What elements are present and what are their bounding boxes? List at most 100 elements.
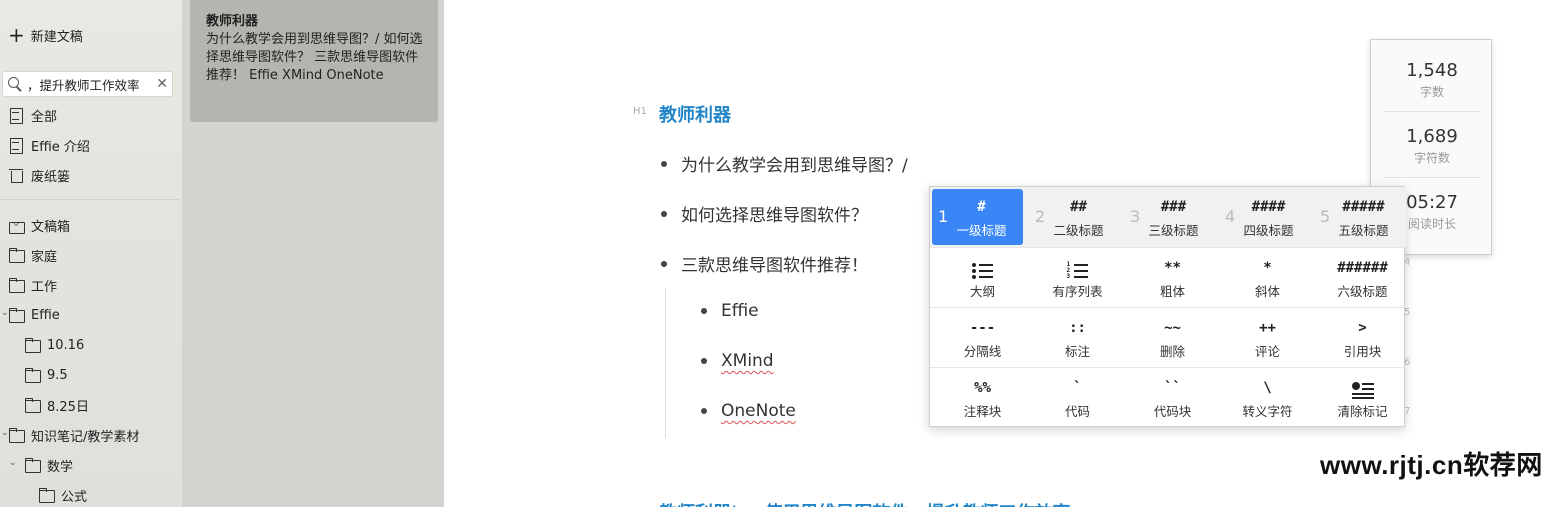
bullet-dot-icon[interactable] [661, 210, 667, 217]
palette-h4[interactable]: 4 #### 四级标题 [1215, 187, 1310, 247]
next-heading[interactable]: 教师利器|... 使用思维导图软件，提升教师工作效率 [659, 499, 1070, 507]
document-heading[interactable]: 教师利器 [659, 101, 731, 127]
list-item[interactable]: 为什么教学会用到思维导图？/ [661, 151, 908, 176]
new-document-button[interactable]: + 新建文稿 [8, 24, 83, 46]
palette-row-headings: 1 # 一级标题 2 ## 二级标题 3 ### 三级标题 4 #### 四级标… [930, 187, 1406, 247]
palette-bold[interactable]: ** 粗体 [1125, 248, 1220, 308]
command-label: 分隔线 [963, 344, 1002, 359]
markdown-symbol: --- [969, 320, 996, 336]
palette-h1[interactable]: 1 # 一级标题 [932, 189, 1023, 245]
document-card-title: 教师利器 [206, 14, 259, 29]
list-item[interactable]: 三款思维导图软件推荐！ [661, 251, 868, 276]
markdown-symbol: ** [1164, 260, 1181, 276]
palette-comment[interactable]: ++ 评论 [1220, 308, 1315, 368]
palette-quote[interactable]: > 引用块 [1315, 308, 1410, 368]
chevron-down-icon[interactable]: ⌄ [9, 458, 17, 468]
palette-h6[interactable]: ###### 六级标题 [1315, 248, 1410, 308]
sidebar-folder-family[interactable]: 家庭 [8, 244, 57, 266]
list-item[interactable]: 如何选择思维导图软件？ [661, 201, 868, 226]
clear-search-icon[interactable]: ✕ [156, 76, 168, 92]
sidebar-folder-8-25[interactable]: 8.25日 [24, 394, 89, 416]
command-label: 斜体 [1254, 284, 1280, 299]
folder-icon [24, 367, 41, 383]
command-label: 标注 [1064, 344, 1090, 359]
palette-h3[interactable]: 3 ### 三级标题 [1120, 187, 1215, 247]
palette-italic[interactable]: * 斜体 [1220, 248, 1315, 308]
command-label: 大纲 [969, 284, 995, 299]
list-item[interactable]: OneNote [701, 401, 796, 421]
palette-code-block[interactable]: `` 代码块 [1125, 368, 1220, 428]
ordered-list-icon: 123 [1030, 260, 1125, 280]
bullet-dot-icon[interactable] [701, 358, 707, 364]
sidebar-item-all[interactable]: 全部 [8, 104, 57, 126]
markdown-symbol: * [1263, 260, 1272, 276]
all-docs-icon [8, 107, 24, 124]
sidebar-item-label: 文稿箱 [31, 219, 71, 235]
command-label: 六级标题 [1337, 284, 1388, 299]
command-label: 五级标题 [1338, 223, 1389, 238]
palette-divider[interactable]: --- 分隔线 [935, 308, 1030, 368]
markdown-symbol: ## [1070, 199, 1087, 215]
bullet-dot-icon[interactable] [661, 260, 667, 267]
sidebar-folder-notes[interactable]: ⌄ 知识笔记/教学素材 [1, 424, 140, 446]
sidebar-item-effie-intro[interactable]: Effie 介绍 [8, 134, 90, 156]
stat-label: 字符数 [1413, 151, 1450, 165]
folder-icon [24, 397, 41, 413]
stat-word-count: 1,548 字数 [1383, 60, 1481, 100]
markdown-symbol: ` [1073, 380, 1082, 396]
sidebar-item-label: 9.5 [47, 367, 68, 383]
plus-icon: + [8, 23, 25, 47]
list-item-text: 为什么教学会用到思维导图？/ [681, 156, 908, 176]
sidebar-folder-effie[interactable]: ⌄ Effie [1, 304, 60, 326]
document-list: 教师利器 为什么教学会用到思维导图？/ 如何选择思维导图软件？ 三款思维导图软件… [182, 0, 444, 507]
markdown-symbol: > [1358, 320, 1367, 336]
palette-ordered-list[interactable]: 123 有序列表 [1030, 248, 1125, 308]
sidebar-folder-work[interactable]: 工作 [8, 274, 57, 296]
sidebar-item-label: 全部 [31, 109, 58, 125]
bullet-dot-icon[interactable] [701, 308, 707, 314]
palette-h2[interactable]: 2 ## 二级标题 [1025, 187, 1120, 247]
folder-icon [8, 307, 25, 323]
folder-icon [24, 337, 41, 353]
command-label: 粗体 [1159, 284, 1185, 299]
list-item[interactable]: Effie [701, 301, 759, 321]
new-document-label: 新建文稿 [30, 29, 83, 45]
sidebar-folder-9-5[interactable]: 9.5 [24, 364, 68, 386]
palette-outline[interactable]: 大纲 [935, 248, 1030, 308]
palette-escape[interactable]: \ 转义字符 [1220, 368, 1315, 428]
palette-clear-format[interactable]: 清除标记 [1315, 368, 1410, 428]
markdown-symbol: #### [1251, 199, 1286, 215]
inbox-icon [8, 217, 25, 234]
markdown-symbol: ++ [1259, 320, 1276, 336]
palette-annotation-block[interactable]: %% 注释块 [935, 368, 1030, 428]
palette-callout[interactable]: :: 标注 [1030, 308, 1125, 368]
sidebar-folder-math[interactable]: ⌄ 数学 [9, 454, 73, 476]
palette-row-code: %% 注释块 ` 代码 `` 代码块 \ 转义字符 清除标记 [930, 367, 1406, 427]
palette-strikethrough[interactable]: ~~ 删除 [1125, 308, 1220, 368]
sidebar-folder-10-16[interactable]: 10.16 [24, 334, 84, 356]
sidebar-item-label: 知识笔记/教学素材 [31, 429, 140, 445]
trash-icon [8, 167, 24, 183]
clear-format-icon [1315, 380, 1410, 400]
folder-icon [8, 427, 25, 443]
search-box: ✕ [2, 71, 173, 97]
bullet-dot-icon[interactable] [661, 160, 667, 167]
stat-divider [1383, 177, 1481, 178]
sidebar-folder-formula[interactable]: 公式 [38, 484, 87, 506]
sidebar-item-label: 工作 [31, 279, 58, 295]
document-card-selected[interactable]: 教师利器 为什么教学会用到思维导图？/ 如何选择思维导图软件？ 三款思维导图软件… [190, 0, 438, 122]
list-item[interactable]: XMind [701, 351, 774, 371]
sidebar: + 新建文稿 ✕ 全部 Effie 介绍 废纸篓 文稿箱 家庭 工作 ⌄ Eff… [0, 0, 182, 507]
command-label: 删除 [1159, 344, 1185, 359]
search-input[interactable] [23, 76, 155, 92]
list-item-text: Effie [721, 301, 759, 321]
list-item-text: XMind [721, 351, 774, 371]
sidebar-item-trash[interactable]: 废纸篓 [8, 164, 70, 186]
sidebar-item-inbox[interactable]: 文稿箱 [8, 214, 70, 236]
sidebar-divider [0, 199, 180, 200]
palette-row-blocks: --- 分隔线 :: 标注 ~~ 删除 ++ 评论 > 引用块 [930, 307, 1406, 367]
markdown-symbol: %% [974, 380, 991, 396]
palette-inline-code[interactable]: ` 代码 [1030, 368, 1125, 428]
bullet-dot-icon[interactable] [701, 408, 707, 414]
palette-h5[interactable]: 5 ##### 五级标题 [1310, 187, 1405, 247]
